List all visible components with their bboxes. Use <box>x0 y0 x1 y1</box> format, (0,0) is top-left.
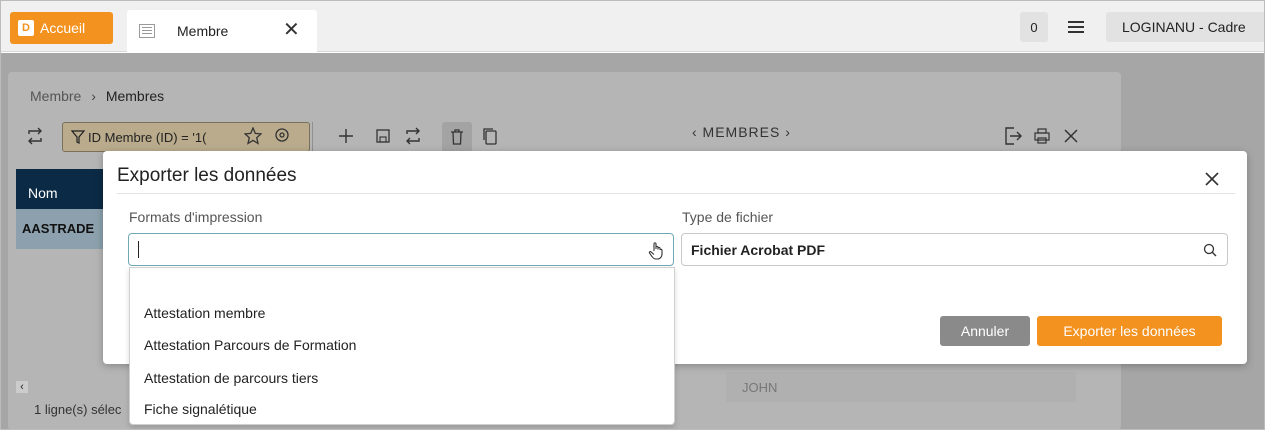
filter-settings-icon[interactable] <box>274 126 292 144</box>
delete-button[interactable] <box>442 122 472 152</box>
dialog-close-icon[interactable] <box>1205 172 1219 186</box>
tab-membre-label: Membre <box>177 23 229 39</box>
trash-icon <box>451 129 463 145</box>
tab-close-icon[interactable]: ✕ <box>283 19 300 41</box>
star-icon[interactable] <box>244 127 262 145</box>
top-tab-bar: D Accueil Membre ✕ 0 LOGINANU - Cadre <box>0 0 1265 52</box>
form-icon <box>139 24 155 38</box>
menu-button[interactable] <box>1058 12 1094 42</box>
tab-membre[interactable]: Membre ✕ <box>127 10 317 52</box>
filter-icon <box>71 130 85 144</box>
dialog-divider <box>117 193 1235 194</box>
home-tab[interactable]: D Accueil <box>10 12 113 44</box>
dropdown-option[interactable]: Fiche signalétique <box>144 401 257 417</box>
record-navigator[interactable]: ‹ MEMBRES › <box>692 124 791 140</box>
user-menu[interactable]: LOGINANU - Cadre <box>1106 12 1265 42</box>
export-button[interactable]: Exporter les données <box>1037 316 1222 346</box>
app-logo-icon: D <box>18 20 34 36</box>
filetype-input[interactable]: Fichier Acrobat PDF <box>681 233 1228 266</box>
dropdown-option[interactable]: Attestation membre <box>144 305 265 321</box>
filetype-label: Type de fichier <box>682 209 774 225</box>
dropdown-option[interactable]: Attestation de parcours tiers <box>144 370 318 386</box>
hamburger-icon <box>1068 26 1084 28</box>
print-icon[interactable] <box>1034 128 1050 144</box>
notification-counter[interactable]: 0 <box>1020 12 1048 42</box>
breadcrumb-current: Membres <box>105 88 165 104</box>
pointer-hand-icon[interactable] <box>648 241 664 260</box>
print-format-input[interactable] <box>128 233 674 266</box>
add-icon[interactable] <box>338 128 354 144</box>
duplicate-icon[interactable] <box>482 127 498 145</box>
print-format-dropdown: Attestation membre Attestation Parcours … <box>129 267 675 425</box>
scroll-left-arrow[interactable]: ‹ <box>16 381 28 393</box>
toolbar-divider <box>312 122 313 152</box>
export-icon[interactable] <box>1004 127 1022 145</box>
cancel-button[interactable]: Annuler <box>940 316 1030 346</box>
dropdown-option[interactable]: Attestation Parcours de Formation <box>144 337 356 353</box>
format-label: Formats d'impression <box>129 209 263 225</box>
selection-count: 1 ligne(s) sélec <box>34 402 122 417</box>
background-field: JOHN <box>726 372 1076 402</box>
active-filter-chip[interactable]: ID Membre (ID) = '1( <box>62 122 310 152</box>
breadcrumb-parent[interactable]: Membre <box>30 88 81 104</box>
grid-column-header-nom[interactable]: Nom <box>16 169 108 209</box>
text-caret <box>138 241 139 258</box>
filetype-value: Fichier Acrobat PDF <box>691 241 826 258</box>
home-tab-label: Accueil <box>40 20 86 36</box>
breadcrumb: Membre › Membres <box>30 88 164 104</box>
table-row[interactable]: AASTRADE <box>16 209 108 249</box>
save-icon[interactable] <box>375 128 391 144</box>
sync-icon[interactable] <box>404 127 422 145</box>
search-icon[interactable] <box>1203 243 1217 257</box>
filter-label: ID Membre (ID) = '1( <box>88 129 207 145</box>
close-panel-icon[interactable] <box>1064 129 1078 143</box>
refresh-icon[interactable] <box>26 127 44 145</box>
dialog-title: Exporter les données <box>117 165 297 186</box>
breadcrumb-separator: › <box>91 88 96 104</box>
